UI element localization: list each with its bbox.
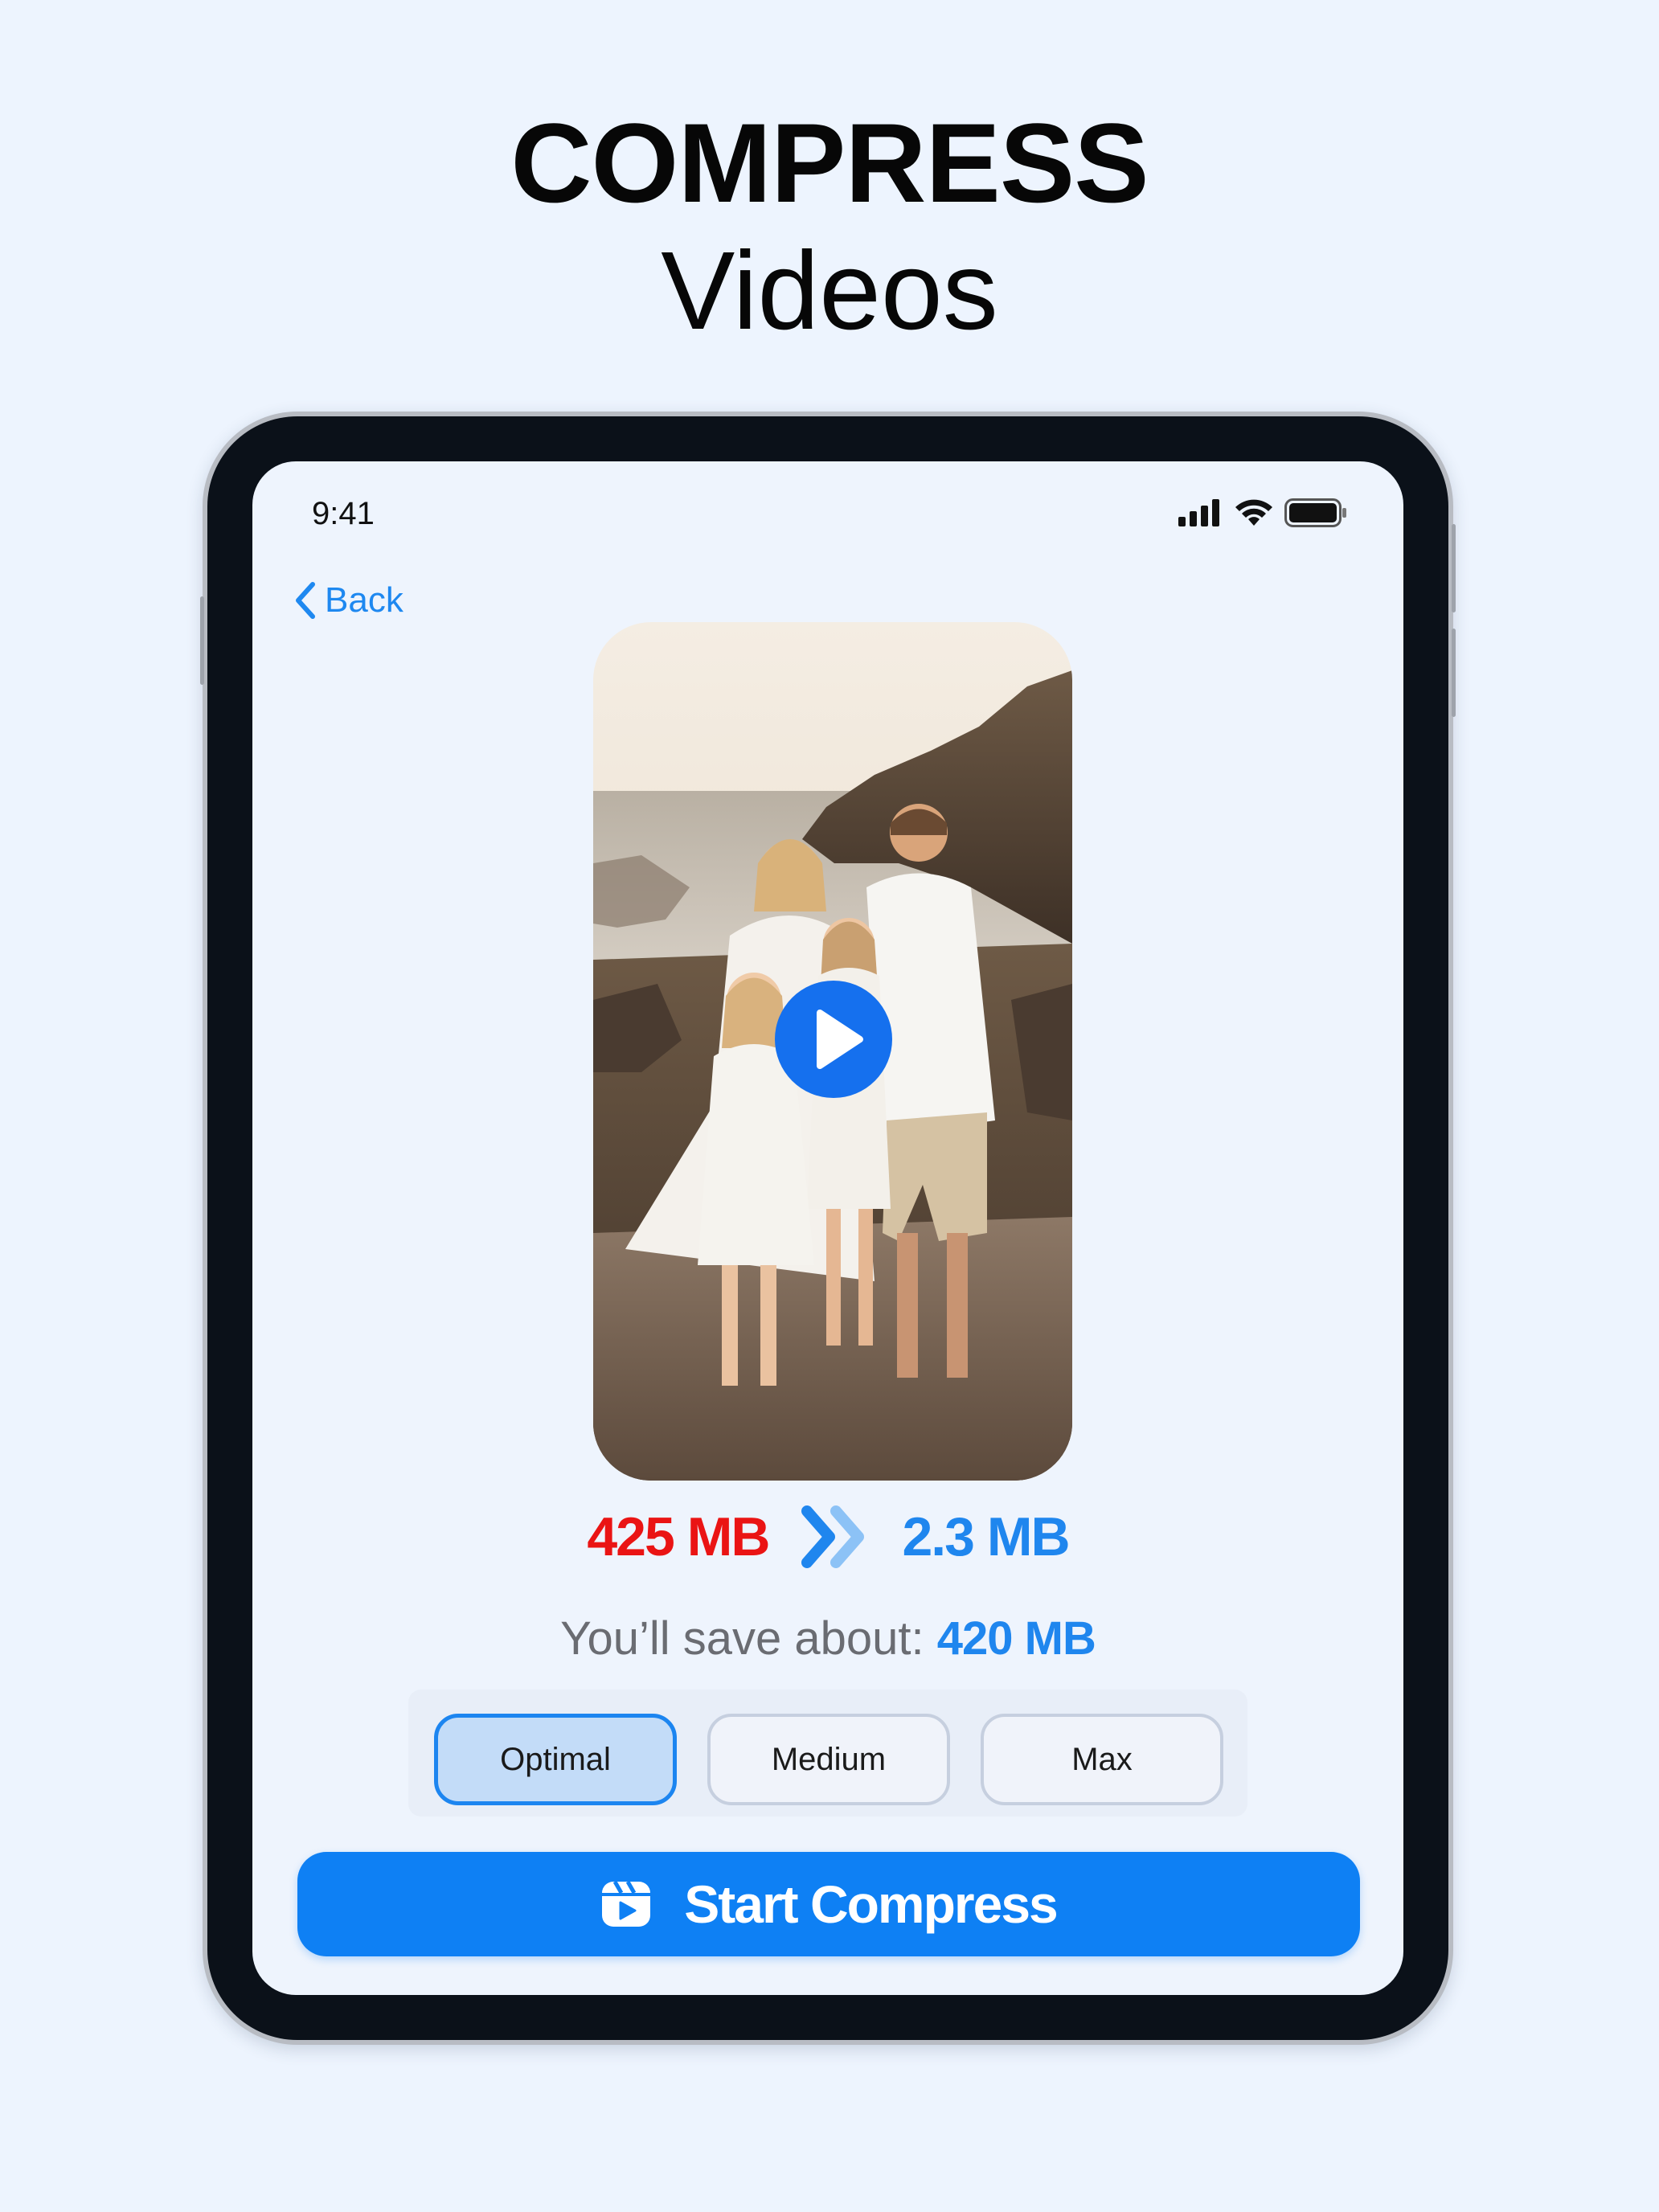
headline-subtitle: Videos: [661, 229, 998, 353]
play-button[interactable]: [775, 981, 892, 1098]
original-size: 425 MB: [587, 1506, 770, 1567]
app-screen: 9:41 Back 425 MB 2.3 MB You’ll save abou…: [252, 461, 1403, 1995]
back-button[interactable]: Back: [293, 579, 403, 622]
savings-value: 420 MB: [936, 1612, 1096, 1665]
video-clapper-icon: [602, 1880, 651, 1927]
tablet-volume-button-up: [1452, 524, 1456, 612]
size-comparison: 425 MB 2.3 MB: [252, 1498, 1403, 1575]
option-max[interactable]: Max: [981, 1714, 1223, 1805]
option-medium[interactable]: Medium: [707, 1714, 950, 1805]
double-chevron-right-icon: [801, 1505, 865, 1568]
signal-icon: [1178, 499, 1219, 526]
chevron-left-icon: [296, 582, 315, 619]
tablet-side-button: [200, 596, 204, 685]
app-store-screenshot: COMPRESS Videos 9:41 Back 425 MB 2.3 MB …: [0, 0, 1659, 2212]
headline-title: COMPRESS: [510, 100, 1149, 226]
start-compress-label: Start Compress: [684, 1874, 1058, 1934]
video-preview[interactable]: [593, 622, 1072, 1481]
wifi-icon: [1235, 499, 1272, 526]
back-label: Back: [325, 580, 403, 620]
play-icon: [817, 1010, 863, 1069]
savings-label: You’ll save about:: [560, 1612, 924, 1665]
start-compress-button[interactable]: Start Compress: [297, 1852, 1360, 1956]
option-optimal[interactable]: Optimal: [434, 1714, 677, 1805]
status-icons: [1178, 495, 1347, 530]
status-time: 9:41: [312, 496, 375, 531]
compressed-size: 2.3 MB: [902, 1506, 1070, 1567]
battery-icon: [1284, 498, 1346, 527]
tablet-volume-button-down: [1452, 629, 1456, 717]
savings-summary: You’ll save about: 420 MB: [252, 1611, 1403, 1667]
tablet-device: 9:41 Back 425 MB 2.3 MB You’ll save abou…: [200, 412, 1456, 2045]
